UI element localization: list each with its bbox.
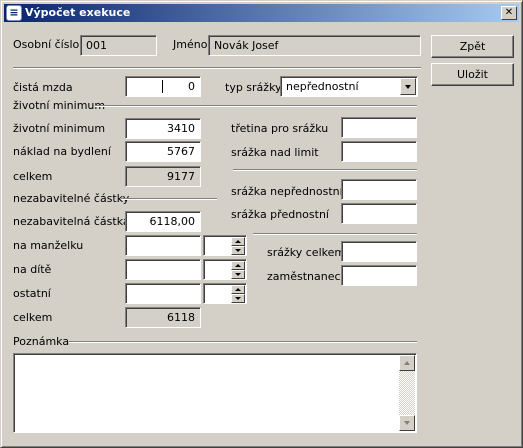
housing-cost-label: náklad na bydlení — [13, 145, 111, 158]
back-button[interactable]: Zpět — [431, 35, 514, 58]
wage-value: 0 — [188, 80, 195, 93]
other-label: ostatní — [13, 287, 51, 300]
child-count-stepper[interactable] — [203, 259, 247, 280]
non-deductible-amount-input[interactable]: 6118,00 — [125, 211, 201, 232]
subsistence-separator — [95, 105, 417, 107]
third-label: třetina pro srážku — [231, 122, 329, 135]
subsistence-minimum-label: životní minimum — [13, 122, 106, 135]
spin-up-button[interactable] — [231, 285, 245, 294]
spouse-label: na manželku — [13, 239, 84, 252]
spin-down-icon — [235, 249, 241, 252]
non-deductible-separator — [121, 198, 217, 200]
close-icon: ✕ — [504, 7, 514, 18]
spin-down-icon — [235, 273, 241, 276]
app-icon: ≡ — [6, 5, 22, 21]
close-button[interactable]: ✕ — [501, 6, 517, 20]
deductions-total-input[interactable] — [341, 241, 417, 262]
chevron-down-icon — [405, 85, 411, 89]
spin-up-button[interactable] — [231, 237, 245, 246]
note-label: Poznámka — [13, 335, 70, 348]
spouse-count-stepper[interactable] — [203, 235, 247, 256]
spouse-amount-input[interactable] — [125, 235, 201, 256]
over-limit-input[interactable] — [341, 141, 417, 162]
over-limit-label: srážka nad limit — [231, 146, 319, 159]
text-cursor — [162, 80, 163, 93]
wage-input[interactable]: 0 — [125, 76, 201, 97]
spin-down-icon — [235, 297, 241, 300]
separator-top — [13, 67, 421, 69]
name-label: Jméno — [173, 38, 208, 51]
deductions-separator-1 — [233, 169, 417, 171]
deductions-separator-2 — [253, 233, 417, 235]
priority-input[interactable] — [341, 203, 417, 224]
deduction-type-select[interactable]: nepřednostní — [280, 76, 418, 97]
dropdown-button[interactable] — [400, 78, 416, 95]
subsistence-total-field: 9177 — [125, 166, 201, 187]
spin-up-icon — [235, 288, 241, 291]
child-amount-input[interactable] — [125, 259, 201, 280]
non-deductible-group-title: nezabavitelné částky — [13, 192, 130, 205]
deduction-type-label: typ srážky — [225, 81, 282, 94]
subsistence-group-title: životní minimum — [13, 99, 106, 112]
note-scrollbar[interactable] — [399, 355, 415, 431]
wage-label: čistá mzda — [13, 81, 73, 94]
other-amount-input[interactable] — [125, 283, 201, 304]
non-deductible-total-field: 6118 — [125, 307, 201, 328]
third-input[interactable] — [341, 117, 417, 138]
spin-up-icon — [235, 264, 241, 267]
window-title: Výpočet exekuce — [25, 6, 131, 19]
other-count-stepper[interactable] — [203, 283, 247, 304]
priority-label: srážka přednostní — [231, 208, 329, 221]
deduction-type-selected: nepřednostní — [286, 80, 359, 93]
name-field: Novák Josef — [208, 35, 421, 56]
employee-number-label: Osobní číslo — [13, 38, 80, 51]
note-textarea[interactable] — [13, 353, 417, 433]
scroll-down-icon — [404, 421, 410, 425]
spin-up-icon — [235, 240, 241, 243]
spin-down-button[interactable] — [231, 270, 245, 279]
employee-label: zaměstnanec — [267, 270, 341, 283]
employee-input[interactable] — [341, 265, 417, 286]
scroll-up-icon — [404, 361, 410, 365]
spin-down-button[interactable] — [231, 294, 245, 303]
calculation-window: ≡ Výpočet exekuce ✕ Osobní číslo 001 Jmé… — [0, 0, 523, 448]
non-priority-input[interactable] — [341, 179, 417, 200]
deductions-total-label: srážky celkem — [267, 246, 346, 259]
scroll-up-button[interactable] — [399, 355, 415, 371]
child-label: na dítě — [13, 263, 52, 276]
spin-up-button[interactable] — [231, 261, 245, 270]
spin-down-button[interactable] — [231, 246, 245, 255]
subsistence-total-label: celkem — [13, 170, 53, 183]
subsistence-minimum-input[interactable]: 3410 — [125, 118, 201, 139]
title-bar[interactable]: ≡ Výpočet exekuce ✕ — [4, 4, 519, 22]
note-separator — [69, 341, 417, 343]
non-deductible-total-label: celkem — [13, 311, 53, 324]
save-button[interactable]: Uložit — [431, 63, 514, 86]
non-priority-label: srážka nepřednostní — [231, 185, 343, 198]
scroll-down-button[interactable] — [399, 415, 415, 431]
non-deductible-amount-label: nezabavitelná částka — [13, 215, 130, 228]
housing-cost-input[interactable]: 5767 — [125, 141, 201, 162]
employee-number-field: 001 — [80, 35, 157, 56]
